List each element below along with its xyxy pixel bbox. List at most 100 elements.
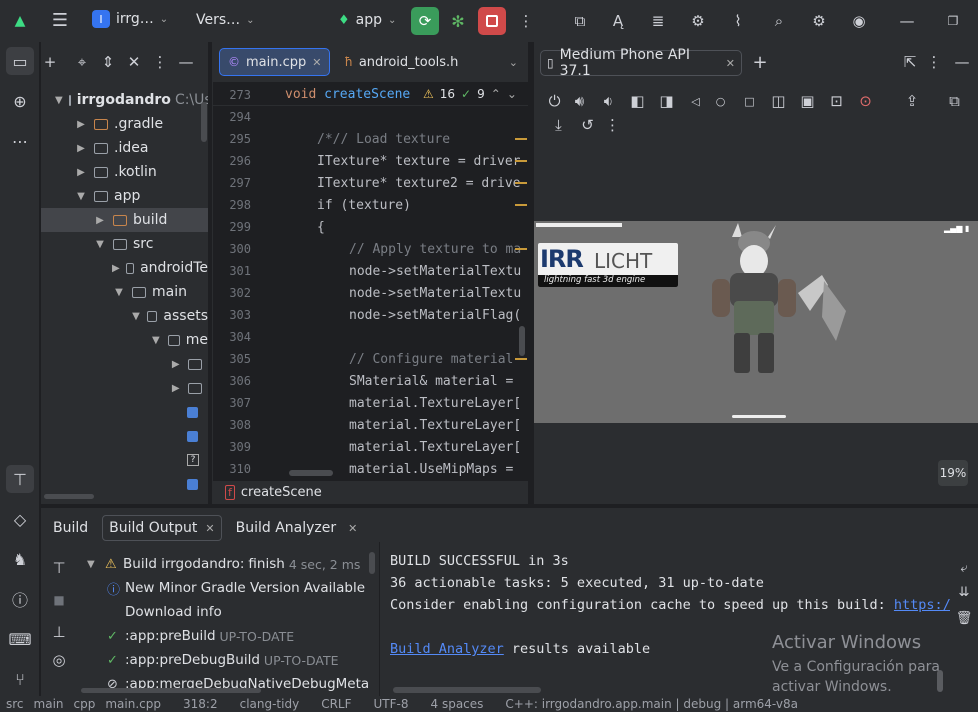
pin-icon[interactable]: ⊥ bbox=[49, 622, 69, 642]
code-line[interactable]: 297 ITexture* texture2 = drive bbox=[213, 172, 527, 194]
code-line[interactable]: 307 material.TextureLayer[ bbox=[213, 392, 521, 414]
code-line[interactable]: 302 node->setMaterialTextu bbox=[213, 282, 521, 304]
editor-hscrollbar[interactable] bbox=[289, 470, 333, 476]
run-config-selector[interactable]: ♦ app ⌄ bbox=[338, 12, 396, 28]
chevron-right-icon[interactable]: ▶ bbox=[74, 167, 88, 178]
hide-panel-icon[interactable]: — bbox=[952, 52, 972, 72]
code-line[interactable]: 310 material.UseMipMaps = bbox=[213, 458, 513, 480]
tree-item[interactable]: ▶ androidTe bbox=[41, 256, 208, 280]
profiler-icon[interactable]: ⌇ bbox=[726, 9, 750, 33]
status-item[interactable]: CRLF bbox=[321, 697, 351, 711]
status-item[interactable]: 318:2 bbox=[183, 697, 218, 711]
chevron-right-icon[interactable]: ▶ bbox=[93, 215, 107, 226]
tab-android-tools-h[interactable]: ħ android_tools.h bbox=[344, 55, 458, 70]
tree-scrollbar[interactable] bbox=[201, 102, 207, 142]
build-tree-row[interactable]: ✓:app:preBuild UP-TO-DATE bbox=[107, 624, 294, 648]
code-line[interactable]: 296 ITexture* texture = driver bbox=[213, 150, 527, 172]
tree-item[interactable]: ▶ .idea bbox=[41, 136, 208, 160]
docs-link[interactable]: https:/ bbox=[894, 597, 950, 613]
code-line[interactable]: 301 node->setMaterialTextu bbox=[213, 260, 521, 282]
tree-item[interactable]: ▶ bbox=[41, 352, 208, 376]
tab-main-cpp[interactable]: © main.cpp ✕ bbox=[219, 48, 331, 76]
overview-icon[interactable]: □ bbox=[733, 90, 766, 112]
close-icon[interactable]: ✕ bbox=[348, 522, 357, 535]
device-screen[interactable]: ▂▄▆ ▮ IRR LICHT lightning fast 3d engine bbox=[534, 221, 978, 423]
code-line[interactable]: 295 /*// Load texture bbox=[213, 128, 527, 150]
screen-record-icon[interactable]: ▣ bbox=[791, 90, 824, 112]
console-vscrollbar[interactable] bbox=[937, 670, 943, 692]
status-item[interactable]: clang-tidy bbox=[240, 697, 300, 711]
status-item[interactable]: 4 spaces bbox=[431, 697, 484, 711]
status-item[interactable]: main.cpp bbox=[105, 697, 161, 711]
build-analyzer-link[interactable]: Build Analyzer bbox=[390, 641, 504, 657]
main-menu-icon[interactable]: ☰ bbox=[48, 8, 72, 32]
account-icon[interactable]: ◉ bbox=[847, 9, 871, 33]
settings-gear-icon[interactable]: ⚙ bbox=[807, 9, 831, 33]
code-line[interactable]: 305 // Configure material bbox=[213, 348, 527, 370]
volume-up-icon[interactable]: 🔊︎ bbox=[567, 90, 592, 112]
tree-item[interactable]: ▼ src bbox=[41, 232, 208, 256]
record-icon[interactable]: ⊙ bbox=[849, 90, 882, 112]
status-item[interactable]: main bbox=[34, 697, 64, 711]
share-icon[interactable]: ⇪ bbox=[882, 90, 942, 112]
console-hscrollbar[interactable] bbox=[393, 687, 541, 693]
more-actions-icon[interactable]: ⋮ bbox=[600, 114, 625, 136]
options-icon[interactable]: ⋮ bbox=[151, 52, 169, 72]
device-manager-icon[interactable]: ⧉ bbox=[568, 9, 592, 33]
project-tool-icon[interactable]: ▭ bbox=[6, 47, 34, 75]
snapshot-icon[interactable]: ⧉ bbox=[942, 90, 967, 112]
problems-icon[interactable]: ⓘ bbox=[6, 585, 34, 613]
search-icon[interactable]: ⌕ bbox=[767, 9, 791, 33]
tree-item[interactable] bbox=[41, 472, 208, 496]
stop-icon[interactable]: ■ bbox=[49, 590, 69, 610]
breadcrumb-function[interactable]: createScene bbox=[241, 485, 322, 500]
debug-bug-icon[interactable]: ✻ bbox=[447, 10, 469, 32]
add-device-icon[interactable]: + bbox=[750, 52, 770, 73]
soft-wrap-icon[interactable]: ⤶ bbox=[954, 558, 974, 578]
git-icon[interactable]: ⑂ bbox=[6, 665, 34, 693]
resource-manager-icon[interactable]: ⊕ bbox=[6, 87, 34, 115]
tree-item[interactable]: ▼ main bbox=[41, 280, 208, 304]
chevron-down-icon[interactable]: ▼ bbox=[74, 191, 88, 202]
project-selector[interactable]: I irrg… ⌄ bbox=[92, 10, 168, 28]
vcs-selector[interactable]: Vers… ⌄ bbox=[196, 12, 255, 28]
close-icon[interactable]: ✕ bbox=[726, 57, 735, 70]
power-icon[interactable]: ⏻ bbox=[542, 90, 567, 112]
close-icon[interactable]: ✕ bbox=[312, 56, 321, 69]
download-icon[interactable]: ⤓ bbox=[542, 114, 575, 136]
options-icon[interactable]: ⋮ bbox=[924, 52, 944, 72]
device-tab[interactable]: ▯ Medium Phone API 37.1 ✕ bbox=[540, 47, 742, 79]
build-tree-row[interactable]: ▼ ⚠ Build irrgodandro: finish 4 sec, 2 ms bbox=[87, 552, 360, 576]
android-icon[interactable]: ♞ bbox=[6, 545, 34, 573]
restore-window-icon[interactable]: ❐ bbox=[941, 9, 965, 33]
tree-item[interactable]: ▼ app bbox=[41, 184, 208, 208]
tree-item[interactable]: ▶ .gradle bbox=[41, 112, 208, 136]
more-tools-icon[interactable]: ⋯ bbox=[6, 127, 34, 155]
rerun-button[interactable]: ⟳ bbox=[411, 7, 439, 35]
back-icon[interactable]: ◁ bbox=[683, 90, 708, 112]
code-line[interactable]: 298 if (texture) bbox=[213, 194, 527, 216]
tree-item[interactable]: ▼ assets bbox=[41, 304, 208, 328]
chevron-down-icon[interactable]: ▼ bbox=[87, 559, 105, 570]
build-tree-row[interactable]: ✓:app:preDebugBuild UP-TO-DATE bbox=[107, 648, 339, 672]
tree-item[interactable]: ▼ me bbox=[41, 328, 208, 352]
build-tree-hscrollbar[interactable] bbox=[81, 688, 261, 693]
tab-build-analyzer[interactable]: Build Analyzer ✕ bbox=[236, 520, 358, 536]
add-icon[interactable]: + bbox=[41, 52, 59, 72]
volume-down-icon[interactable]: 🔉︎ bbox=[592, 90, 625, 112]
chevron-down-icon[interactable]: ▼ bbox=[112, 287, 126, 298]
home-icon[interactable]: ○ bbox=[708, 90, 733, 112]
build-tree-scrollbar[interactable] bbox=[369, 552, 375, 574]
gemini-icon[interactable]: ◇ bbox=[6, 505, 34, 533]
eye-icon[interactable]: ◎ bbox=[49, 650, 69, 670]
build-tree-row[interactable]: ⓘ New Minor Gradle Version Available bbox=[107, 576, 365, 600]
status-item[interactable]: C++: irrgodandro.app.main | debug | arm6… bbox=[505, 697, 798, 711]
code-line[interactable]: 306 SMaterial& material = bbox=[213, 370, 513, 392]
chevron-up-icon[interactable]: ⌃ bbox=[491, 87, 501, 101]
code-line[interactable]: 303 node->setMaterialFlag( bbox=[213, 304, 521, 326]
capture-icon[interactable]: ⊡ bbox=[824, 90, 849, 112]
tree-item[interactable]: ▶ .kotlin bbox=[41, 160, 208, 184]
editor-vscrollbar[interactable] bbox=[519, 326, 525, 356]
more-actions-icon[interactable]: ⋮ bbox=[516, 10, 536, 32]
chevron-right-icon[interactable]: ▶ bbox=[112, 263, 120, 274]
